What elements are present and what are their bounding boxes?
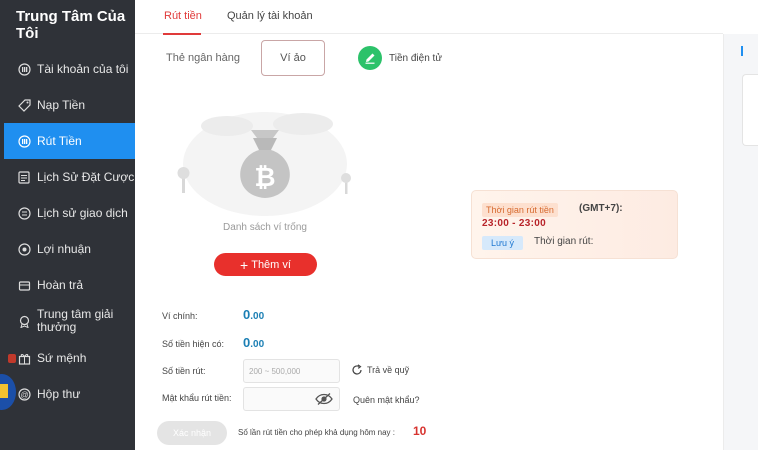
bet-history-icon	[17, 170, 31, 184]
tab-withdraw[interactable]: Rút tiền	[164, 10, 202, 22]
method-crypto[interactable]: Tiền điện tử	[358, 46, 442, 70]
balance-label: Số tiền hiện có:	[162, 339, 225, 349]
tabs-bar	[135, 0, 723, 34]
amount-input[interactable]: 200 ~ 500,000	[243, 359, 340, 383]
timezone-label: (GMT+7):	[579, 203, 623, 214]
tab-account-management[interactable]: Quản lý tài khoản	[227, 10, 313, 22]
promo-badge-icon	[0, 354, 16, 410]
sidebar-title: Trung Tâm Của Tôi	[16, 8, 126, 42]
withdraw-times-count: 10	[413, 424, 427, 438]
sidebar-item-withdraw[interactable]: Rút Tiền	[4, 123, 135, 159]
reset-to-fund-label: Trả về quỹ	[367, 365, 410, 375]
svg-text:₿: ₿	[254, 162, 275, 192]
sidebar-item-deposit[interactable]: Nạp Tiền	[4, 87, 135, 123]
add-wallet-label: Thêm ví	[251, 258, 291, 271]
right-card	[742, 74, 758, 146]
main-wallet-value: 0.00	[243, 307, 264, 322]
profit-icon	[17, 242, 31, 256]
withdraw-time-card: Thời gian rút tiền (GMT+7): 23:00 - 23:0…	[471, 190, 678, 259]
sidebar-item-bet-history[interactable]: Lịch Sử Đặt Cược	[4, 159, 135, 195]
withdraw-time-range: 23:00 - 23:00	[482, 218, 546, 229]
sidebar-item-label: Lợi nhuận	[37, 241, 91, 256]
rebate-icon	[17, 278, 31, 292]
sidebar-item-rebate[interactable]: Hoàn trả	[4, 267, 135, 303]
balance-value: 0.00	[243, 335, 264, 350]
sidebar-item-label: Rút Tiền	[37, 133, 82, 148]
gift-icon	[17, 351, 31, 365]
note-text: Thời gian rút:	[534, 236, 594, 247]
account-icon	[17, 62, 31, 76]
plus-icon: +	[240, 256, 249, 273]
award-icon	[17, 314, 31, 328]
sidebar-item-label: Lịch Sử Đặt Cược	[37, 169, 135, 184]
pencil-icon	[358, 46, 382, 70]
balance-decimals: .00	[250, 339, 265, 350]
withdraw-icon	[17, 134, 31, 148]
sidebar: Trung Tâm Của Tôi Tài khoản của tôi Nạp …	[0, 0, 135, 450]
sidebar-item-transaction-history[interactable]: Lịch sử giao dịch	[4, 195, 135, 231]
add-wallet-button[interactable]: + Thêm ví	[214, 253, 317, 276]
main-wallet-label: Ví chính:	[162, 311, 198, 321]
mail-icon: @	[17, 387, 31, 401]
sidebar-item-label: Lịch sử giao dịch	[37, 205, 128, 220]
sidebar-item-label: Nạp Tiền	[37, 97, 86, 112]
transaction-history-icon	[17, 206, 31, 220]
active-tab-indicator	[163, 33, 201, 35]
withdraw-time-badge: Thời gian rút tiền	[482, 203, 558, 217]
sidebar-item-mission[interactable]: Sứ mệnh	[4, 340, 135, 376]
crypto-label: Tiền điện tử	[389, 52, 443, 64]
sidebar-item-profit[interactable]: Lợi nhuận	[4, 231, 135, 267]
amount-label: Số tiền rút:	[162, 366, 206, 376]
sidebar-item-label: Trung tâm giải thưởng	[37, 307, 114, 334]
empty-wallet-bitcoin-bag-icon: ₿	[177, 112, 351, 216]
main-wallet-decimals: .00	[250, 311, 265, 322]
reset-to-fund-link[interactable]: Trả về quỹ	[351, 364, 409, 376]
sidebar-item-account[interactable]: Tài khoản của tôi	[4, 51, 135, 87]
refresh-icon	[352, 364, 362, 375]
svg-text:@: @	[20, 390, 28, 399]
eye-hidden-icon[interactable]	[315, 392, 333, 406]
sidebar-item-label: Hoàn trả	[37, 277, 84, 292]
sidebar-item-award-center[interactable]: Trung tâm giải thưởng	[4, 303, 135, 339]
forgot-password-link[interactable]: Quên mật khẩu?	[353, 395, 420, 405]
sidebar-item-mailbox[interactable]: @ Hộp thư	[4, 376, 135, 412]
empty-state-text: Danh sách ví trống	[223, 222, 307, 233]
sidebar-item-label: Hộp thư	[37, 386, 81, 401]
method-e-wallet[interactable]: Ví ảo	[261, 40, 325, 76]
tag-icon	[17, 98, 31, 112]
note-badge: Lưu ý	[482, 236, 524, 250]
method-bank-card[interactable]: Thẻ ngân hàng	[155, 40, 251, 76]
sidebar-item-label: Tài khoản của tôi	[37, 61, 129, 76]
withdraw-times-text: Số lần rút tiền cho phép khả dụng hôm na…	[238, 428, 395, 437]
password-label: Mật khẩu rút tiền:	[162, 393, 232, 403]
section-marker	[741, 46, 743, 56]
sidebar-item-label: Sứ mệnh	[37, 350, 87, 365]
confirm-button[interactable]: Xác nhận	[157, 421, 227, 445]
